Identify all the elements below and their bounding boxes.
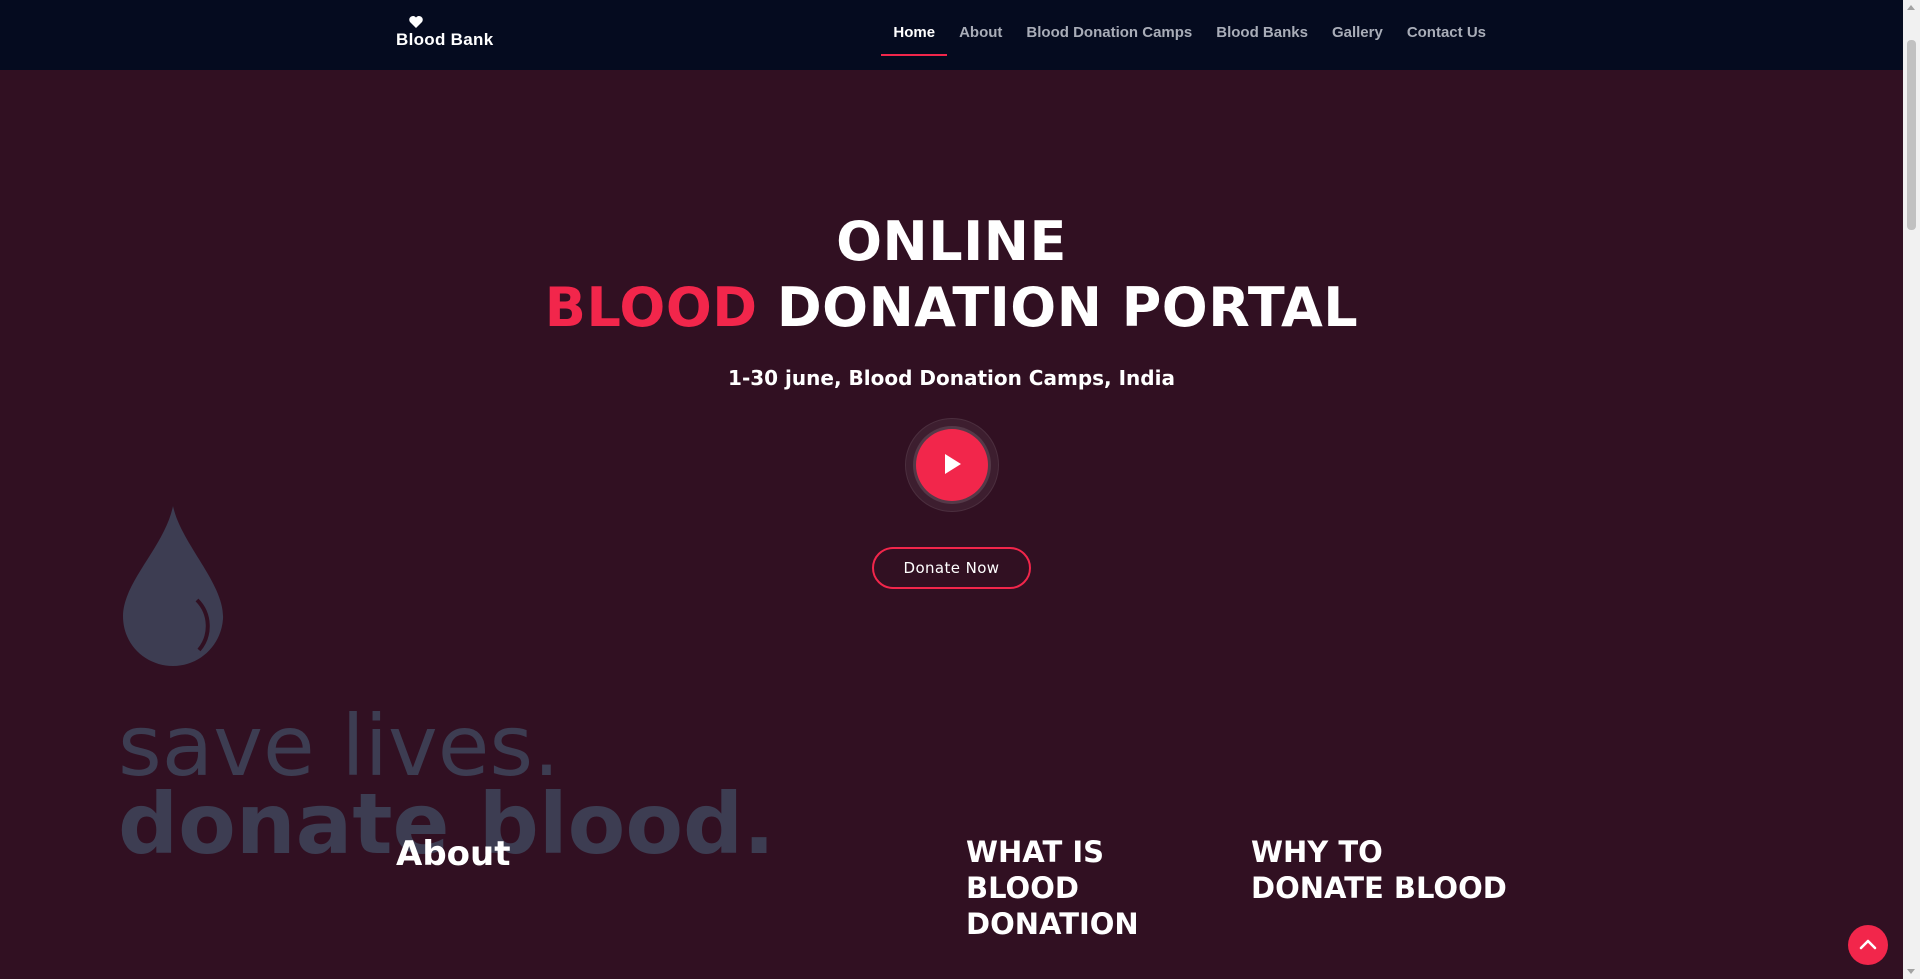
nav-blood-donation-camps[interactable]: Blood Donation Camps [1014, 20, 1204, 45]
chevron-up-icon [1859, 939, 1877, 950]
top-navbar: Blood Bank Home About Blood Donation Cam… [0, 0, 1903, 70]
logo-text: Blood Bank [396, 30, 494, 49]
hero-title-line2: BLOOD DONATION PORTAL [0, 276, 1903, 339]
nav-home[interactable]: Home [881, 20, 947, 56]
video-play-button[interactable] [916, 429, 988, 501]
about-heading: About [396, 834, 511, 874]
scroll-up-arrow[interactable] [1907, 5, 1915, 10]
hero-title-accent: BLOOD [544, 276, 758, 339]
site-logo[interactable]: Blood Bank [396, 14, 496, 50]
nav-gallery[interactable]: Gallery [1320, 20, 1395, 45]
donate-now-button[interactable]: Donate Now [872, 547, 1031, 589]
page: Blood Bank Home About Blood Donation Cam… [0, 0, 1920, 979]
scroll-down-arrow[interactable] [1907, 969, 1915, 974]
why-to-donate-blood-heading: WHY TO DONATE BLOOD [1251, 835, 1507, 905]
what-is-blood-donation-heading: WHAT IS BLOOD DONATION [966, 835, 1139, 941]
scrollbar-thumb[interactable] [1907, 40, 1916, 230]
main-nav: Home About Blood Donation Camps Blood Ba… [881, 20, 1498, 56]
play-icon [945, 454, 961, 474]
nav-about[interactable]: About [947, 20, 1014, 45]
back-to-top-button[interactable] [1848, 925, 1888, 965]
blood-drop-icon [123, 506, 224, 666]
heart-icon [409, 16, 423, 28]
video-play-ring [905, 418, 999, 512]
hero-title-line1: ONLINE [836, 210, 1067, 273]
hero-title-rest: DONATION PORTAL [757, 276, 1359, 339]
page-scrollbar[interactable] [1903, 0, 1920, 979]
nav-contact-us[interactable]: Contact Us [1395, 20, 1498, 45]
hero-subtitle: 1-30 june, Blood Donation Camps, India [728, 366, 1175, 390]
nav-blood-banks[interactable]: Blood Banks [1204, 20, 1320, 45]
